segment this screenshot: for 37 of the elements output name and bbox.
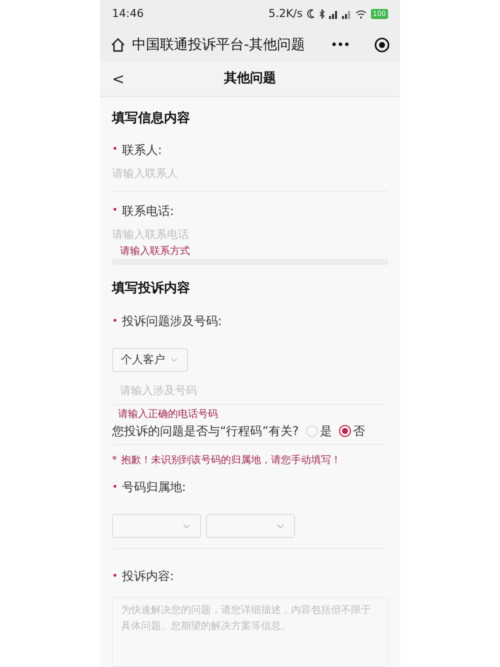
mini-program-title: 中国联通投诉平台-其他问题 bbox=[132, 36, 306, 54]
warning-mark: * bbox=[112, 454, 117, 468]
warning-message: 抱歉！未识别到该号码的归属地，请您手动填写！ bbox=[121, 454, 341, 468]
customer-type-select[interactable]: 个人客户 bbox=[112, 348, 188, 372]
home-icon[interactable] bbox=[110, 37, 126, 53]
radio-option[interactable]: 否 bbox=[338, 422, 365, 440]
input-field[interactable]: 请输入联系电话 bbox=[112, 228, 388, 244]
field-label: 号码归属地: bbox=[122, 479, 186, 496]
required-mark: • bbox=[112, 314, 118, 328]
back-button[interactable]: < bbox=[112, 68, 132, 90]
more-button[interactable]: ••• bbox=[330, 38, 350, 52]
required-mark: • bbox=[112, 204, 118, 218]
field-label: 投诉内容: bbox=[122, 568, 174, 585]
field-label: 联系人: bbox=[122, 142, 162, 158]
bluetooth-icon bbox=[318, 9, 325, 19]
signal-icon bbox=[328, 10, 338, 18]
page-title: 其他问题 bbox=[223, 70, 277, 88]
close-target-icon[interactable] bbox=[374, 37, 390, 53]
error-message: 请输入正确的电话号码 bbox=[118, 408, 219, 422]
section-heading: 填写信息内容 bbox=[112, 110, 191, 128]
complaint-textarea[interactable]: 为快速解决您的问题，请您详细描述，内容包括但不限于具体问题、您期望的解决方案等信息。 bbox=[112, 597, 388, 667]
radio-option[interactable]: 是 bbox=[306, 422, 332, 440]
field-label: 投诉问题涉及号码: bbox=[122, 313, 222, 330]
input-field[interactable]: 请输入涉及号码 bbox=[120, 384, 388, 400]
required-mark: • bbox=[112, 570, 118, 584]
wifi-icon bbox=[354, 10, 367, 18]
question-text: 您投诉的问题是否与“行程码”有关? bbox=[112, 423, 299, 440]
network-speed: 5.2K/s bbox=[268, 6, 303, 22]
signal-icon bbox=[342, 10, 351, 18]
status-time: 14:46 bbox=[112, 6, 144, 22]
required-mark: • bbox=[112, 143, 118, 157]
section-heading: 填写投诉内容 bbox=[112, 280, 191, 298]
field-label: 联系电话: bbox=[122, 202, 174, 220]
input-field[interactable]: 请输入联系人 bbox=[112, 166, 388, 182]
required-mark: • bbox=[112, 480, 118, 494]
error-message: 请输入联系方式 bbox=[120, 244, 191, 258]
moon-icon bbox=[306, 9, 315, 19]
